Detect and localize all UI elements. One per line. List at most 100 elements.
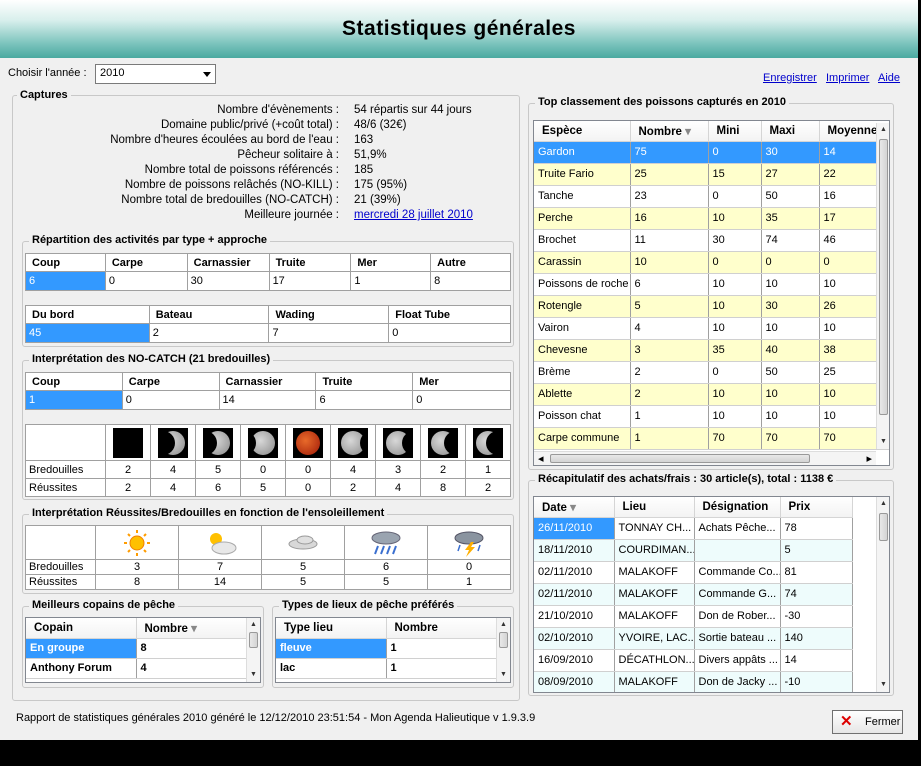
- count-cell: 4: [150, 460, 196, 479]
- sort-arrow-icon: ▾: [681, 125, 691, 138]
- table-row[interactable]: 26/11/2010 TONNAY CH... Achats Pêche... 78: [534, 517, 853, 540]
- table-row[interactable]: Tanche 23 0 50 16: [534, 185, 889, 208]
- table-cell: 02/10/2010: [534, 627, 615, 650]
- close-button[interactable]: ✕ Fermer: [832, 710, 903, 734]
- table-row[interactable]: Poissons de roche 6 10 10 10: [534, 273, 889, 296]
- table-row[interactable]: 18/11/2010 COURDIMAN... 5: [534, 539, 853, 562]
- table-row[interactable]: Poisson chat 1 10 10 10: [534, 405, 889, 428]
- table-row[interactable]: Chevesne 3 35 40 38: [534, 339, 889, 362]
- stat-row: Nombre d'heures écoulées au bord de l'ea…: [0, 134, 520, 149]
- table-row[interactable]: 02/11/2010 MALAKOFF Commande Co... 81: [534, 561, 853, 584]
- value-cell: 7: [268, 323, 390, 343]
- print-link[interactable]: Imprimer: [826, 72, 869, 84]
- column-header[interactable]: Type lieu: [276, 618, 387, 639]
- table-row[interactable]: Gardon 75 0 30 14: [534, 141, 889, 164]
- weather-title: Interprétation Réussites/Bredouilles en …: [29, 507, 388, 519]
- blank-cell: [25, 525, 96, 560]
- help-link[interactable]: Aide: [878, 72, 900, 84]
- table-row[interactable]: 02/11/2010 MALAKOFF Commande G... 74: [534, 583, 853, 606]
- table-row[interactable]: 16/09/2010 DÉCATHLON... Divers appâts ... 1…: [534, 649, 853, 672]
- scrollbar-thumb[interactable]: [879, 513, 888, 541]
- waning-gibbous-moon-icon: [383, 427, 413, 458]
- horizontal-scrollbar[interactable]: ◂ ▸: [534, 451, 876, 465]
- first-quarter-moon-icon: [203, 427, 233, 458]
- table-row[interactable]: Ablette 2 10 10 10: [534, 383, 889, 406]
- scroll-up-icon[interactable]: ▲: [877, 497, 889, 511]
- weather-cell: [427, 525, 511, 560]
- column-header: Truite: [315, 372, 414, 391]
- table-row[interactable]: Carassin 10 0 0 0: [534, 251, 889, 274]
- vertical-scrollbar[interactable]: ▲ ▼: [876, 123, 889, 449]
- column-header[interactable]: Nombre ▾: [630, 121, 709, 142]
- column-header[interactable]: Mini: [708, 121, 762, 142]
- table-cell: 50: [761, 361, 820, 384]
- column-header[interactable]: Nombre ▾: [136, 618, 247, 639]
- stat-value: 185: [354, 164, 374, 176]
- purchases-list[interactable]: Date ▾ Lieu Désignation Prix 26/11/2010 TONNA…: [533, 496, 890, 693]
- table-cell: 1: [630, 405, 709, 428]
- column-header[interactable]: Maxi: [761, 121, 820, 142]
- table-cell: 5: [780, 539, 853, 562]
- column-header-label: Date: [542, 501, 567, 514]
- column-header[interactable]: Date ▾: [534, 497, 615, 518]
- vertical-scrollbar[interactable]: ▲ ▼: [496, 618, 510, 682]
- vertical-scrollbar[interactable]: ▲ ▼: [876, 497, 889, 692]
- scroll-up-icon[interactable]: ▲: [877, 123, 889, 137]
- table-cell: 1: [386, 658, 497, 679]
- table-row[interactable]: Vairon 4 10 10 10: [534, 317, 889, 340]
- table-row[interactable]: Brème 2 0 50 25: [534, 361, 889, 384]
- column-header: Carpe: [121, 372, 220, 391]
- scroll-up-icon[interactable]: ▲: [247, 618, 260, 632]
- column-header[interactable]: Lieu: [614, 497, 695, 518]
- best-day-link[interactable]: mercredi 28 juillet 2010: [354, 209, 473, 221]
- column-header[interactable]: Nombre: [386, 618, 497, 639]
- scroll-up-icon[interactable]: ▲: [497, 618, 510, 632]
- last-quarter-moon-icon: [428, 427, 458, 458]
- table-row[interactable]: Truite Fario 25 15 27 22: [534, 163, 889, 186]
- scroll-left-icon[interactable]: ◂: [538, 452, 544, 465]
- sun-cloud-icon: [202, 528, 238, 558]
- table-row[interactable]: Perche 16 10 35 17: [534, 207, 889, 230]
- count-cell: 5: [344, 574, 428, 590]
- scrollbar-thumb[interactable]: [499, 632, 508, 648]
- table-cell: DÉCATHLON...: [614, 649, 695, 672]
- table-row[interactable]: Rotengle 5 10 30 26: [534, 295, 889, 318]
- table-row[interactable]: En groupe 8: [26, 638, 247, 659]
- table-row[interactable]: Anthony Forum 4: [26, 658, 247, 679]
- top-fish-list[interactable]: Espèce Nombre ▾ Mini Maxi Moyenne Gardon 75 0 30…: [533, 120, 890, 466]
- buddies-list[interactable]: Copain Nombre ▾ En groupe 8 Anthony Forum 4 ▲ ▼: [25, 617, 261, 683]
- column-header[interactable]: Copain: [26, 618, 137, 639]
- scrollbar-thumb[interactable]: [249, 632, 258, 648]
- table-row[interactable]: fleuve 1: [276, 638, 497, 659]
- scroll-down-icon[interactable]: ▼: [877, 435, 889, 449]
- table-cell: Sortie bateau ...: [694, 627, 781, 650]
- scroll-right-icon[interactable]: ▸: [866, 452, 872, 465]
- table-cell: 4: [630, 317, 709, 340]
- year-select[interactable]: 2010: [95, 64, 216, 84]
- scroll-down-icon[interactable]: ▼: [247, 668, 260, 682]
- scroll-down-icon[interactable]: ▼: [497, 668, 510, 682]
- nocatch-type-table: Coup Carpe Carnassier Truite Mer 1 0 14 6 0: [25, 372, 511, 410]
- column-header: Coup: [25, 253, 106, 272]
- table-cell: 18/11/2010: [534, 539, 615, 562]
- scrollbar-thumb[interactable]: [879, 139, 888, 415]
- table-row[interactable]: Carpe commune 1 70 70 70: [534, 427, 889, 450]
- column-header[interactable]: Espèce: [534, 121, 631, 142]
- table-row[interactable]: lac 1: [276, 658, 497, 679]
- column-header[interactable]: Prix: [780, 497, 853, 518]
- table-row[interactable]: Brochet 11 30 74 46: [534, 229, 889, 252]
- places-list[interactable]: Type lieu Nombre fleuve 1 lac 1 ▲ ▼: [275, 617, 511, 683]
- table-row[interactable]: 21/10/2010 MALAKOFF Don de Rober... -30: [534, 605, 853, 628]
- table-cell: 74: [780, 583, 853, 606]
- column-header[interactable]: Désignation: [694, 497, 781, 518]
- scrollbar-thumb[interactable]: [550, 454, 810, 463]
- window-title: Statistiques générales: [342, 17, 576, 40]
- stat-label: Nombre d'évènements :: [217, 104, 339, 116]
- table-row[interactable]: 02/10/2010 YVOIRE, LAC... Sortie bateau ..…: [534, 627, 853, 650]
- stat-value: 163: [354, 134, 374, 146]
- save-link[interactable]: Enregistrer: [763, 72, 817, 84]
- vertical-scrollbar[interactable]: ▲ ▼: [246, 618, 260, 682]
- scroll-down-icon[interactable]: ▼: [877, 678, 889, 692]
- column-header-label: Espèce: [542, 124, 583, 137]
- table-row[interactable]: 08/09/2010 MALAKOFF Don de Jacky ... -10: [534, 671, 853, 692]
